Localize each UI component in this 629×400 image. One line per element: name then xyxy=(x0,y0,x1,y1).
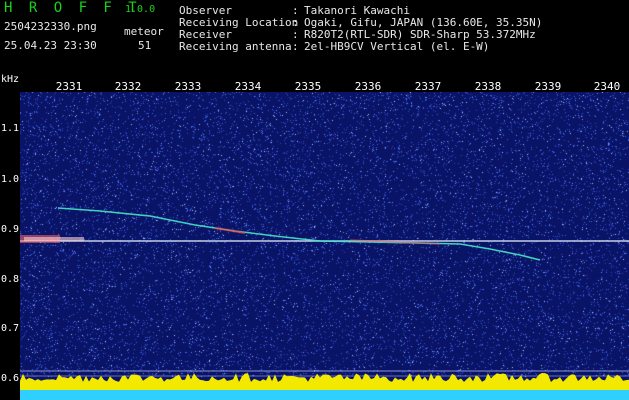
info-row-antenna: Receiving antenna:2el-HB9CV Vertical (el… xyxy=(179,41,489,77)
app-title: H R O F F T xyxy=(4,0,141,16)
app-version: 1.0.0 xyxy=(125,4,156,15)
frequency-tick-label: 0.7 xyxy=(1,323,20,334)
frequency-tick-label: 0.6 xyxy=(1,373,20,384)
frequency-unit-label: kHz xyxy=(1,74,20,85)
frequency-tick-label: 1.1 xyxy=(1,123,20,134)
frequency-tick-label: 0.8 xyxy=(1,274,20,285)
baseline-floor xyxy=(20,390,629,400)
hrofft-window: H R O F F T 1.0.0 2504232330.png meteor … xyxy=(0,0,629,400)
frequency-tick-label: 0.9 xyxy=(1,224,20,235)
meteor-count-label: meteor xyxy=(124,25,164,38)
spectrogram-plot xyxy=(20,92,629,400)
info-value: 2el-HB9CV Vertical (el. E-W) xyxy=(304,40,490,53)
trace-hot-segment xyxy=(214,227,246,234)
image-filename: 2504232330.png xyxy=(4,20,97,33)
info-key: Receiving antenna xyxy=(179,40,292,53)
spectrogram-overlay xyxy=(20,207,629,400)
carrier-hot-spot xyxy=(24,237,84,241)
meteor-count-value: 51 xyxy=(138,39,152,52)
observation-datetime: 25.04.23 23:30 xyxy=(4,39,97,52)
info-colon: : xyxy=(292,40,299,53)
frequency-tick-label: 1.0 xyxy=(1,174,20,185)
doppler-trace xyxy=(57,207,541,261)
